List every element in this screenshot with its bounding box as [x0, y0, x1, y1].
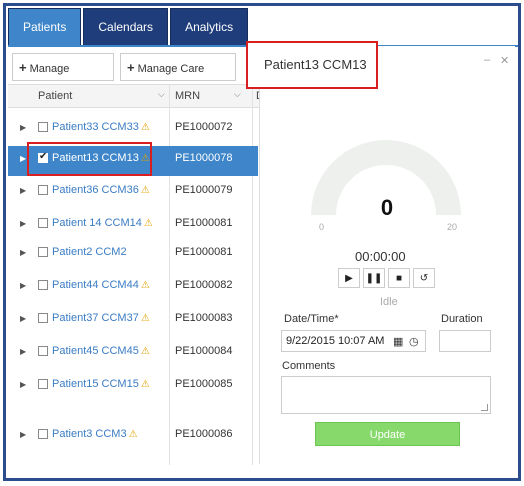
warning-icon: ⚠ [140, 280, 150, 291]
stop-icon: ■ [395, 273, 403, 284]
expand-arrow-icon[interactable]: ▶ [20, 248, 26, 257]
gauge-min-label: 0 [319, 222, 325, 232]
row-checkbox[interactable] [38, 429, 48, 439]
tab-patients[interactable]: Patients [8, 8, 82, 46]
patient-name-link[interactable]: Patient3 CCM3 ⚠ [52, 428, 138, 440]
table-row[interactable]: ▶ Patient15 CCM15 ⚠ PE1000085 [8, 372, 258, 402]
patient-name-link[interactable]: Patient15 CCM15 ⚠ [52, 378, 150, 390]
row-checkbox[interactable] [38, 379, 48, 389]
table-row[interactable]: ▶ Patient3 CCM3 ⚠ PE1000086 [8, 422, 258, 452]
column-header-mrn[interactable]: MRN [175, 90, 200, 102]
mrn-cell: PE1000083 [175, 312, 233, 324]
expand-arrow-icon[interactable]: ▶ [20, 347, 26, 356]
mrn-cell: PE1000082 [175, 279, 233, 291]
comments-textarea[interactable] [281, 376, 491, 414]
grid-toolbar: +Manage Patients +Manage Care Team [8, 48, 258, 103]
warning-icon: ⚠ [140, 313, 150, 324]
comments-label: Comments [282, 360, 336, 372]
duration-label: Duration [441, 313, 483, 325]
patient-name-link[interactable]: Patient2 CCM2 [52, 246, 127, 258]
mrn-cell: PE1000081 [175, 217, 233, 229]
patient-name-link[interactable]: Patient33 CCM33 ⚠ [52, 121, 150, 133]
warning-icon: ⚠ [140, 379, 150, 390]
expand-arrow-icon[interactable]: ▶ [20, 186, 26, 195]
warning-icon: ⚠ [140, 185, 150, 196]
selected-row-highlight [27, 142, 152, 176]
panel-title: Patient13 CCM13 [246, 41, 378, 89]
mrn-cell: PE1000085 [175, 378, 233, 390]
calendar-icon[interactable]: ▦ [393, 332, 403, 352]
warning-icon: ⚠ [140, 346, 150, 357]
patient-name-link[interactable]: Patient45 CCM45 ⚠ [52, 345, 150, 357]
table-row[interactable]: ▶ Patient45 CCM45 ⚠ PE1000084 [8, 339, 258, 369]
column-header-patient[interactable]: Patient [38, 90, 72, 102]
table-row[interactable]: ▶ Patient37 CCM37 ⚠ PE1000083 [8, 306, 258, 336]
manage-patients-button[interactable]: +Manage Patients [12, 53, 114, 103]
expand-arrow-icon[interactable]: ▶ [20, 281, 26, 290]
table-row[interactable]: ▶ Patient2 CCM2 PE1000081 [8, 240, 258, 270]
chevron-down-icon[interactable]: ⌵ [234, 89, 241, 100]
expand-arrow-icon[interactable]: ▶ [20, 314, 26, 323]
update-button[interactable]: Update [315, 422, 460, 446]
expand-arrow-icon[interactable]: ▶ [20, 219, 26, 228]
row-checkbox[interactable] [38, 280, 48, 290]
mrn-cell: PE1000081 [175, 246, 233, 258]
row-checkbox[interactable] [38, 218, 48, 228]
patient-name-link[interactable]: Patient 14 CCM14 ⚠ [52, 217, 153, 229]
datetime-value: 9/22/2015 10:07 AM [286, 335, 385, 347]
table-row[interactable]: ▶ Patient44 CCM44 ⚠ PE1000082 [8, 273, 258, 303]
expand-arrow-icon[interactable]: ▶ [20, 430, 26, 439]
mrn-cell: PE1000072 [175, 121, 233, 133]
manage-care-team-button[interactable]: +Manage Care Team [120, 53, 236, 103]
grid-header: Patient ⌵ MRN ⌵ D [8, 85, 270, 108]
reset-button[interactable]: ↺ [413, 268, 435, 288]
tab-calendars[interactable]: Calendars [83, 8, 169, 46]
reset-icon: ↺ [419, 273, 429, 284]
warning-icon: ⚠ [143, 218, 153, 229]
tab-analytics[interactable]: Analytics [170, 8, 249, 46]
warning-icon: ⚠ [140, 122, 150, 133]
row-checkbox[interactable] [38, 185, 48, 195]
row-checkbox[interactable] [38, 346, 48, 356]
warning-icon: ⚠ [128, 429, 138, 440]
table-row[interactable]: ▶ Patient33 CCM33 ⚠ PE1000072 [8, 115, 258, 145]
datetime-field[interactable]: 9/22/2015 10:07 AM ▦ ◷ [281, 330, 426, 352]
mrn-cell: PE1000086 [175, 428, 233, 440]
expand-arrow-icon[interactable]: ▶ [20, 123, 26, 132]
patient-name-link[interactable]: Patient44 CCM44 ⚠ [52, 279, 150, 291]
play-button[interactable]: ▶ [338, 268, 360, 288]
stop-button[interactable]: ■ [388, 268, 410, 288]
chevron-down-icon[interactable]: ⌵ [158, 89, 165, 100]
table-row[interactable]: ▶ Patient36 CCM36 ⚠ PE1000079 [8, 178, 258, 208]
row-checkbox[interactable] [38, 122, 48, 132]
duration-field[interactable] [439, 330, 491, 352]
timer-readout: 00:00:00 [355, 249, 406, 264]
patient-name-link[interactable]: Patient36 CCM36 ⚠ [52, 184, 150, 196]
main-tabs: Patients Calendars Analytics [8, 8, 250, 46]
mrn-cell: PE1000084 [175, 345, 233, 357]
row-checkbox[interactable] [38, 247, 48, 257]
clock-icon[interactable]: ◷ [409, 332, 419, 352]
play-icon: ▶ [345, 273, 353, 284]
gauge-value: 0 [380, 195, 394, 220]
pause-icon: ❚❚ [365, 273, 383, 284]
patient-name-link[interactable]: Patient37 CCM37 ⚠ [52, 312, 150, 324]
expand-arrow-icon[interactable]: ▶ [20, 154, 26, 163]
expand-arrow-icon[interactable]: ▶ [20, 380, 26, 389]
mrn-cell: PE1000078 [175, 152, 233, 164]
pause-button[interactable]: ❚❚ [363, 268, 385, 288]
close-icon[interactable]: ✕ [500, 54, 509, 67]
plus-icon: + [127, 60, 135, 75]
row-checkbox[interactable] [38, 313, 48, 323]
plus-icon: + [19, 60, 27, 75]
timer-status: Idle [380, 296, 398, 308]
datetime-label: Date/Time* [284, 313, 339, 325]
gauge-max-label: 20 [447, 222, 458, 232]
table-row[interactable]: ▶ Patient 14 CCM14 ⚠ PE1000081 [8, 211, 258, 241]
mrn-cell: PE1000079 [175, 184, 233, 196]
minimize-icon[interactable]: – [484, 54, 490, 66]
